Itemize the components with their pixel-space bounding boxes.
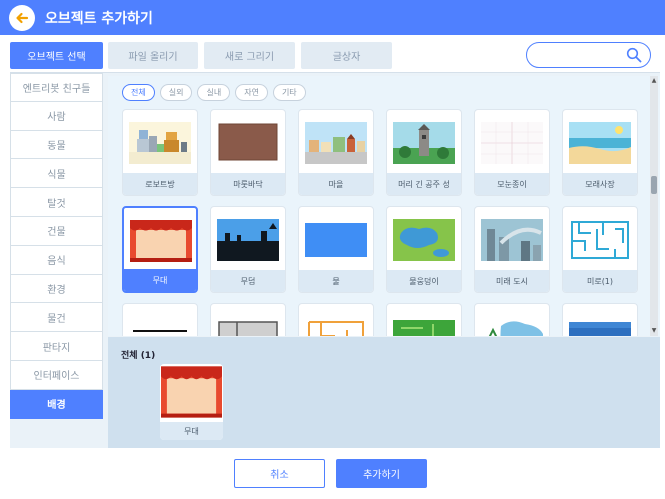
island-thumbnail	[481, 316, 543, 336]
future-city-thumbnail	[481, 219, 543, 261]
dialog-title: 오브젝트 추가하기	[45, 11, 153, 27]
sidebar-item-background[interactable]: 배경	[10, 389, 103, 419]
object-card-label: 물	[299, 270, 373, 292]
stage-thumbnail	[161, 366, 222, 418]
object-card-future-city[interactable]: 미래 도시	[474, 206, 550, 293]
filter-other[interactable]: 기타	[272, 84, 306, 101]
object-card-tower[interactable]: 머리 긴 공주 성	[386, 109, 462, 196]
tower-thumbnail	[393, 122, 455, 164]
object-card-puddle[interactable]: 물웅덩이	[386, 206, 462, 293]
room-plan-thumbnail	[218, 321, 278, 336]
object-card-line[interactable]	[122, 303, 198, 336]
add-button[interactable]: 추가하기	[336, 459, 427, 488]
maze-thumbnail	[569, 219, 631, 261]
selected-count-title: 전체 (1)	[121, 351, 156, 361]
sidebar-item-fantasy[interactable]: 판타지	[10, 332, 103, 361]
object-card-label: 마을	[299, 173, 373, 195]
object-card-label: 마룻바닥	[211, 173, 285, 195]
tab-select-object[interactable]: 오브젝트 선택	[10, 42, 103, 69]
robot-room-thumbnail	[129, 122, 191, 164]
object-card-label: 무덤	[211, 270, 285, 292]
village-thumbnail	[305, 122, 367, 164]
sidebar-item-interface[interactable]: 인터페이스	[10, 360, 103, 390]
object-list-scrollbar[interactable]: ▲ ▼	[650, 76, 658, 336]
object-card-maze[interactable]: 미로(1)	[562, 206, 638, 293]
scroll-up-arrow-icon[interactable]: ▲	[651, 78, 657, 84]
search-icon[interactable]	[626, 47, 642, 63]
object-card-village[interactable]: 마을	[298, 109, 374, 196]
sidebar-item-vehicles[interactable]: 탈것	[10, 188, 103, 217]
category-sidebar: 엔트리봇 친구들 사람 동물 식물 탈것 건물 음식 환경 물건 판타지 인터페…	[10, 73, 103, 419]
water-thumbnail	[305, 223, 367, 257]
object-card-stage[interactable]: 무대	[122, 206, 198, 293]
object-card-robot-room[interactable]: 로보트방	[122, 109, 198, 196]
cancel-button[interactable]: 취소	[234, 459, 325, 488]
object-card-green-maze[interactable]	[386, 303, 462, 336]
object-card-sea[interactable]	[562, 303, 638, 336]
object-card-room-plan[interactable]	[210, 303, 286, 336]
sidebar-item-entrybot-friends[interactable]: 엔트리봇 친구들	[10, 73, 103, 102]
arrow-left-icon	[16, 12, 29, 24]
sidebar-item-people[interactable]: 사람	[10, 101, 103, 131]
beach-thumbnail	[569, 122, 631, 164]
object-card-island[interactable]	[474, 303, 550, 336]
sea-thumbnail	[569, 322, 631, 336]
filter-all[interactable]: 전체	[122, 84, 155, 101]
scroll-down-arrow-icon[interactable]: ▼	[651, 328, 657, 334]
object-card-beach[interactable]: 모래사장	[562, 109, 638, 196]
object-card-grid-paper[interactable]: 모눈종이	[474, 109, 550, 196]
object-card-orange-maze[interactable]	[298, 303, 374, 336]
tab-text-box[interactable]: 글상자	[301, 42, 392, 69]
filter-indoor[interactable]: 실내	[197, 84, 231, 101]
back-button[interactable]	[9, 5, 35, 31]
green-maze-thumbnail	[393, 320, 455, 336]
sidebar-item-animals[interactable]: 동물	[10, 130, 103, 160]
orange-maze-thumbnail	[305, 316, 367, 336]
object-card-label: 미로(1)	[563, 270, 637, 292]
tab-upload-file[interactable]: 파일 올리기	[108, 42, 198, 69]
grid-paper-thumbnail	[481, 122, 543, 164]
graveyard-thumbnail	[217, 219, 279, 261]
object-card-label: 모래사장	[563, 173, 637, 195]
object-card-label: 미래 도시	[475, 270, 549, 292]
stage-thumbnail	[130, 220, 192, 262]
sidebar-item-environment[interactable]: 환경	[10, 274, 103, 304]
dialog-header: 오브젝트 추가하기	[0, 0, 665, 35]
filter-nature[interactable]: 자연	[235, 84, 268, 101]
sidebar-item-objects[interactable]: 물건	[10, 303, 103, 333]
sidebar-item-food[interactable]: 음식	[10, 245, 103, 275]
puddle-thumbnail	[393, 219, 455, 261]
sidebar-item-plants[interactable]: 식물	[10, 159, 103, 189]
tab-new-drawing[interactable]: 새로 그리기	[204, 42, 295, 69]
object-card-wood-floor[interactable]: 마룻바닥	[210, 109, 286, 196]
object-card-label: 로보트방	[123, 173, 197, 195]
selected-objects-area: 전체 (1) 무대	[108, 337, 660, 448]
filter-outdoor[interactable]: 실외	[159, 84, 193, 101]
line-thumbnail	[129, 316, 191, 336]
selected-object-card[interactable]: 무대	[160, 364, 223, 440]
selected-object-label: 무대	[160, 422, 223, 440]
object-list: 전체 실외 실내 자연 기타 로보트방 마룻바닥 마을 머리 긴 공주 성 모눈…	[108, 76, 660, 336]
scrollbar-thumb[interactable]	[651, 176, 657, 194]
search-input[interactable]	[526, 42, 651, 68]
object-card-graveyard[interactable]: 무덤	[210, 206, 286, 293]
object-card-label: 머리 긴 공주 성	[387, 173, 461, 195]
filter-chips: 전체 실외 실내 자연 기타	[122, 84, 306, 101]
object-card-water[interactable]: 물	[298, 206, 374, 293]
object-card-label: 모눈종이	[475, 173, 549, 195]
object-card-label: 물웅덩이	[387, 270, 461, 292]
sidebar-item-buildings[interactable]: 건물	[10, 216, 103, 246]
wood-floor-thumbnail	[218, 123, 278, 161]
object-card-label: 무대	[124, 269, 196, 291]
